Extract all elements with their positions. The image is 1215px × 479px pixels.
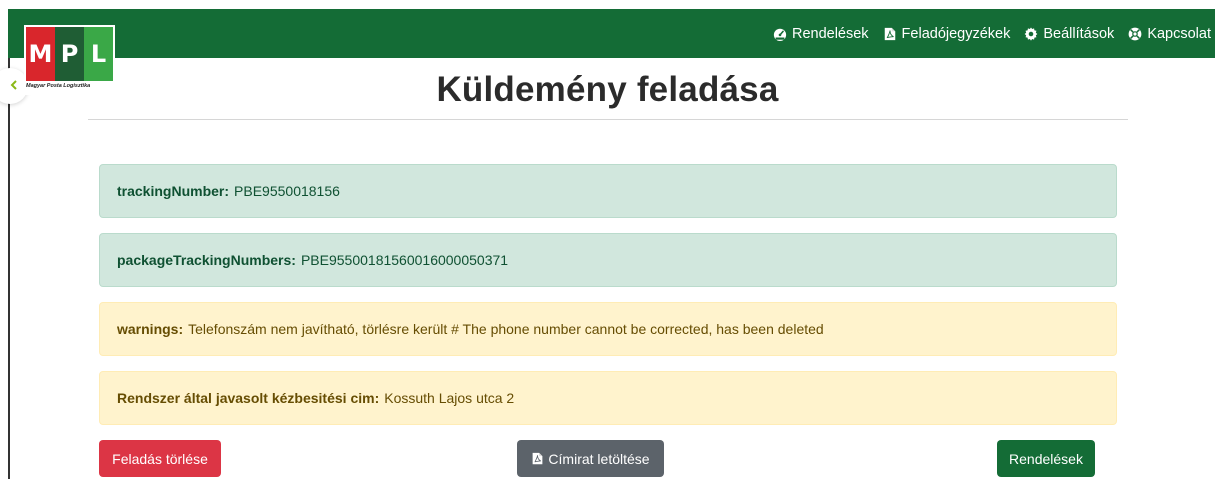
result-alert-warnings: warnings: Telefonszám nem javítható, tör… (99, 302, 1117, 356)
gear-icon (1024, 26, 1038, 41)
dashboard-icon (773, 27, 787, 41)
nav-item-settings[interactable]: Beállítások (1024, 26, 1114, 42)
main-nav: Rendelések Feladójegyzékek Beállítások K… (759, 9, 1211, 58)
download-label-button[interactable]: Címirat letöltése (517, 440, 664, 477)
title-divider (88, 119, 1128, 120)
alert-value: PBE95500181560016000050371 (300, 252, 509, 268)
alert-key: warnings: (117, 321, 184, 337)
page-left-border (8, 58, 10, 479)
orders-button[interactable]: Rendelések (997, 440, 1095, 477)
pdf-file-icon (883, 27, 897, 41)
lifebuoy-icon (1128, 27, 1142, 41)
alert-value: PBE9550018156 (234, 183, 340, 199)
download-label-text: Címirat letöltése (548, 450, 650, 467)
nav-item-contact[interactable]: Kapcsolat (1128, 26, 1211, 42)
nav-item-orders[interactable]: Rendelések (773, 26, 869, 42)
alert-key: packageTrackingNumbers: (117, 252, 296, 268)
alert-value: Kossuth Lajos utca 2 (384, 390, 515, 406)
nav-item-label: Beállítások (1043, 25, 1115, 42)
top-navbar: Rendelések Feladójegyzékek Beállítások K… (8, 9, 1215, 58)
result-alert-package-tracking-numbers: packageTrackingNumbers: PBE9550018156001… (99, 233, 1117, 287)
alert-key: Rendszer által javasolt kézbesitési cim: (117, 390, 380, 406)
result-alert-tracking-number: trackingNumber: PBE9550018156 (99, 164, 1117, 218)
alert-value: Telefonszám nem javítható, törlésre kerü… (188, 321, 824, 337)
delete-shipment-button[interactable]: Feladás törlése (99, 440, 221, 477)
nav-item-label: Rendelések (791, 25, 869, 42)
result-alert-suggested-address: Rendszer által javasolt kézbesitési cim:… (99, 371, 1117, 425)
nav-item-manifests[interactable]: Feladójegyzékek (883, 25, 1011, 42)
page-title: Küldemény feladása (436, 70, 779, 109)
nav-item-label: Kapcsolat (1147, 25, 1211, 42)
nav-item-label: Feladójegyzékek (901, 25, 1011, 42)
alert-key: trackingNumber: (117, 183, 230, 199)
pdf-file-icon (531, 452, 544, 465)
